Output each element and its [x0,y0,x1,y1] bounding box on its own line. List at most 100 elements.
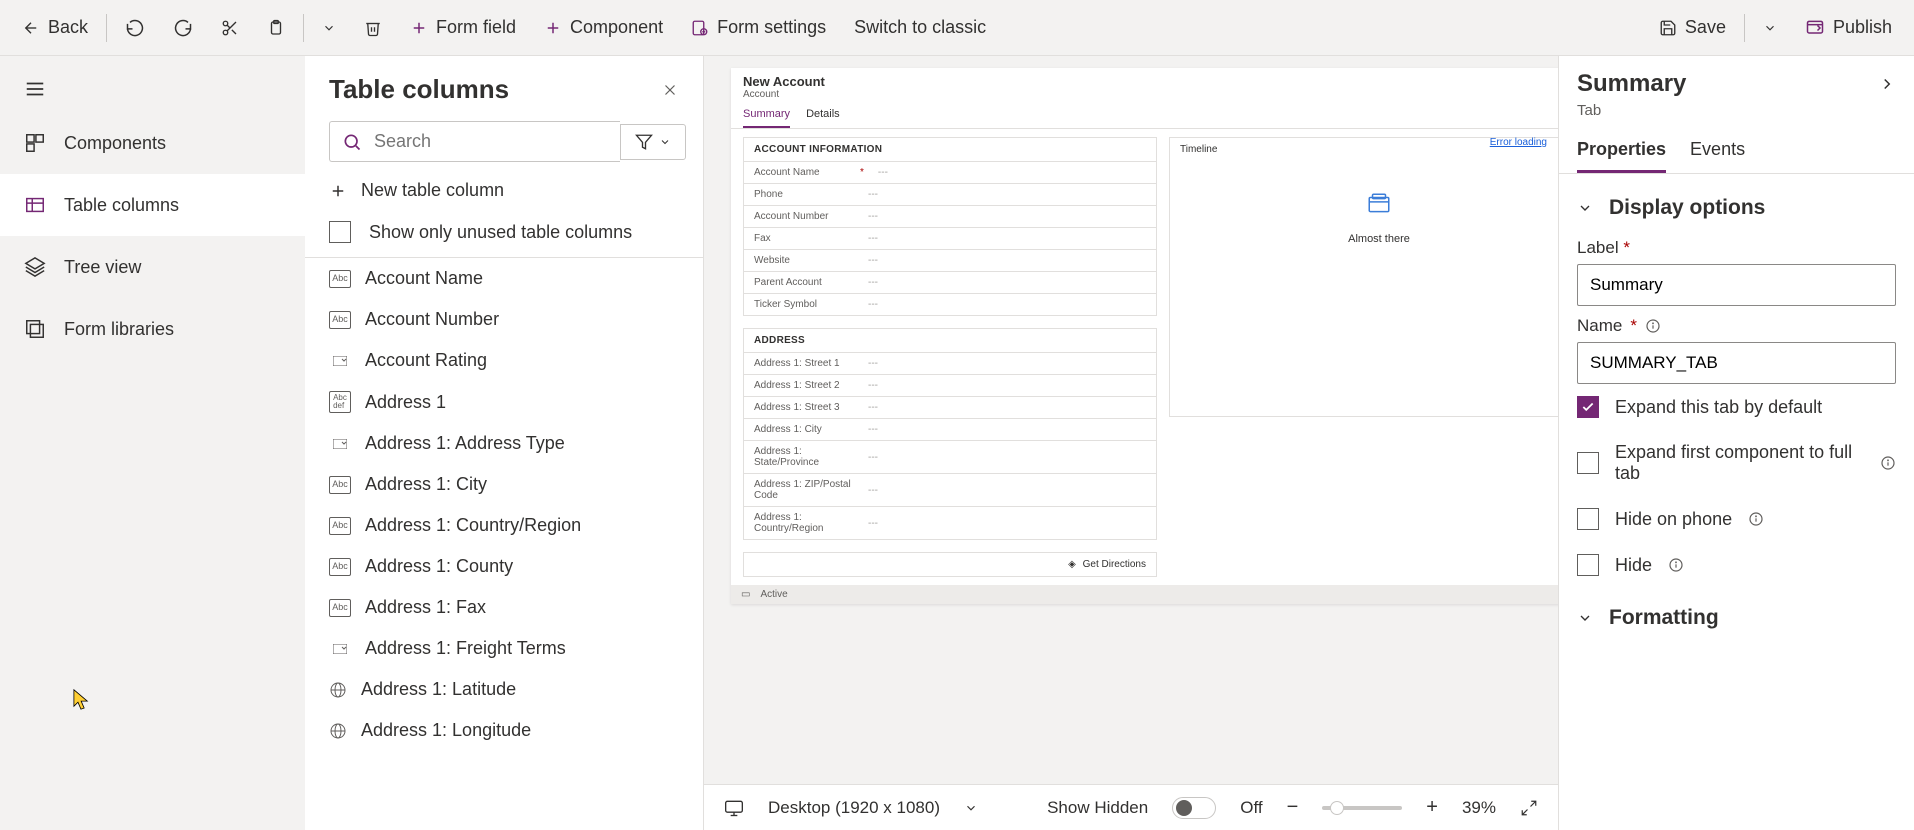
hide-checkbox[interactable] [1577,554,1599,576]
column-type-icon [329,640,351,658]
info-icon[interactable] [1880,455,1896,471]
preview-section-address[interactable]: ADDRESS Address 1: Street 1---Address 1:… [743,328,1157,540]
cut-button[interactable] [207,11,253,45]
preview-tab-details[interactable]: Details [806,104,840,128]
preview-field[interactable]: Phone --- [744,183,1156,205]
display-options-header[interactable]: Display options [1577,188,1896,228]
error-loading-link[interactable]: Error loading [1490,137,1547,148]
info-icon[interactable] [1748,511,1764,527]
show-hidden-toggle[interactable] [1172,797,1216,819]
hide-phone-checkbox[interactable] [1577,508,1599,530]
table-columns-icon [24,194,46,216]
preview-footer: ▭ Active [731,585,1558,604]
column-item[interactable]: AbcAddress 1: County [305,546,703,587]
info-icon[interactable] [1645,318,1661,334]
save-button[interactable]: Save [1645,9,1740,46]
save-chevron[interactable] [1749,13,1791,43]
command-bar: Back Form field [0,0,1914,56]
column-item[interactable]: Address 1: Longitude [305,710,703,751]
column-item[interactable]: Address 1: Freight Terms [305,628,703,669]
field-value: --- [868,299,878,310]
get-directions-row[interactable]: ◈ Get Directions [743,552,1157,577]
preview-field[interactable]: Address 1: Street 1--- [744,352,1156,374]
hamburger-button[interactable] [0,66,305,112]
column-item[interactable]: AbcAccount Number [305,299,703,340]
required-star: * [860,167,864,178]
column-item[interactable]: AbcAddress 1: City [305,464,703,505]
column-type-icon [329,722,347,740]
column-item[interactable]: AbcAccount Name [305,258,703,299]
switch-classic-button[interactable]: Switch to classic [840,9,1000,46]
zoom-slider[interactable] [1322,806,1402,810]
preview-section-account-info[interactable]: ACCOUNT INFORMATION Account Name*---Phon… [743,137,1157,316]
chevron-right-icon[interactable] [1878,75,1896,93]
nav-components[interactable]: Components [0,112,305,174]
label-input[interactable] [1577,264,1896,306]
publish-button[interactable]: Publish [1791,9,1906,46]
preview-field[interactable]: Address 1: State/Province--- [744,440,1156,473]
nav-form-libraries[interactable]: Form libraries [0,298,305,360]
preview-field[interactable]: Parent Account--- [744,271,1156,293]
preview-field[interactable]: Account Number--- [744,205,1156,227]
props-tab-properties[interactable]: Properties [1577,131,1666,173]
preview-field[interactable]: Address 1: Street 2--- [744,374,1156,396]
column-item-label: Account Rating [365,350,487,371]
paste-chevron[interactable] [308,13,350,43]
column-item[interactable]: AbcAddress 1: Country/Region [305,505,703,546]
preview-field[interactable]: Account Name*--- [744,161,1156,183]
preview-tab-summary[interactable]: Summary [743,104,790,128]
column-item[interactable]: AbcdefAddress 1 [305,381,703,423]
redo-button[interactable] [159,10,207,46]
props-tab-events[interactable]: Events [1690,131,1745,173]
preview-field[interactable]: Address 1: City--- [744,418,1156,440]
fit-icon[interactable] [1520,799,1538,817]
component-label: Component [570,17,663,38]
undo-icon [125,18,145,38]
expand-default-checkbox[interactable] [1577,396,1599,418]
device-label[interactable]: Desktop (1920 x 1080) [768,798,940,818]
field-label: Phone [754,189,854,200]
field-label: Address 1: City [754,424,854,435]
form-settings-button[interactable]: Form settings [677,9,840,46]
table-columns-list[interactable]: AbcAccount NameAbcAccount Number Account … [305,257,703,830]
preview-field[interactable]: Fax--- [744,227,1156,249]
preview-field[interactable]: Address 1: ZIP/Postal Code--- [744,473,1156,506]
column-item[interactable]: Account Rating [305,340,703,381]
name-input[interactable] [1577,342,1896,384]
publish-icon [1805,18,1825,38]
nav-tree-view[interactable]: Tree view [0,236,305,298]
zoom-out-icon[interactable]: − [1287,796,1299,819]
column-item[interactable]: Address 1: Latitude [305,669,703,710]
device-icon [724,798,744,818]
nav-table-columns[interactable]: Table columns [0,174,305,236]
close-icon[interactable] [661,81,679,99]
search-input-wrapper[interactable] [329,121,620,162]
add-component-button[interactable]: Component [530,9,677,46]
show-only-unused-checkbox[interactable] [329,221,351,243]
back-button[interactable]: Back [8,9,102,46]
formatting-label: Formatting [1609,606,1719,630]
column-item[interactable]: AbcAddress 1: Fax [305,587,703,628]
preview-field[interactable]: Address 1: Street 3--- [744,396,1156,418]
field-value: --- [868,189,878,200]
redo-icon [173,18,193,38]
formatting-header[interactable]: Formatting [1577,598,1896,638]
add-form-field-button[interactable]: Form field [396,9,530,46]
new-table-column-button[interactable]: New table column [305,170,703,211]
preview-field[interactable]: Website--- [744,249,1156,271]
preview-field[interactable]: Ticker Symbol--- [744,293,1156,315]
preview-field[interactable]: Address 1: Country/Region--- [744,506,1156,539]
chevron-down-icon[interactable] [964,801,978,815]
filter-button[interactable] [620,124,686,160]
expand-first-checkbox[interactable] [1577,452,1599,474]
form-preview[interactable]: New Account Account Summary Details Erro… [731,68,1558,604]
undo-button[interactable] [111,10,159,46]
zoom-in-icon[interactable]: + [1426,796,1438,819]
search-input[interactable] [372,130,608,153]
info-icon[interactable] [1668,557,1684,573]
delete-button[interactable] [350,11,396,45]
preview-timeline[interactable]: Timeline Almost there [1169,137,1558,417]
paste-button[interactable] [253,11,299,45]
hide-phone-label: Hide on phone [1615,509,1732,530]
column-item[interactable]: Address 1: Address Type [305,423,703,464]
